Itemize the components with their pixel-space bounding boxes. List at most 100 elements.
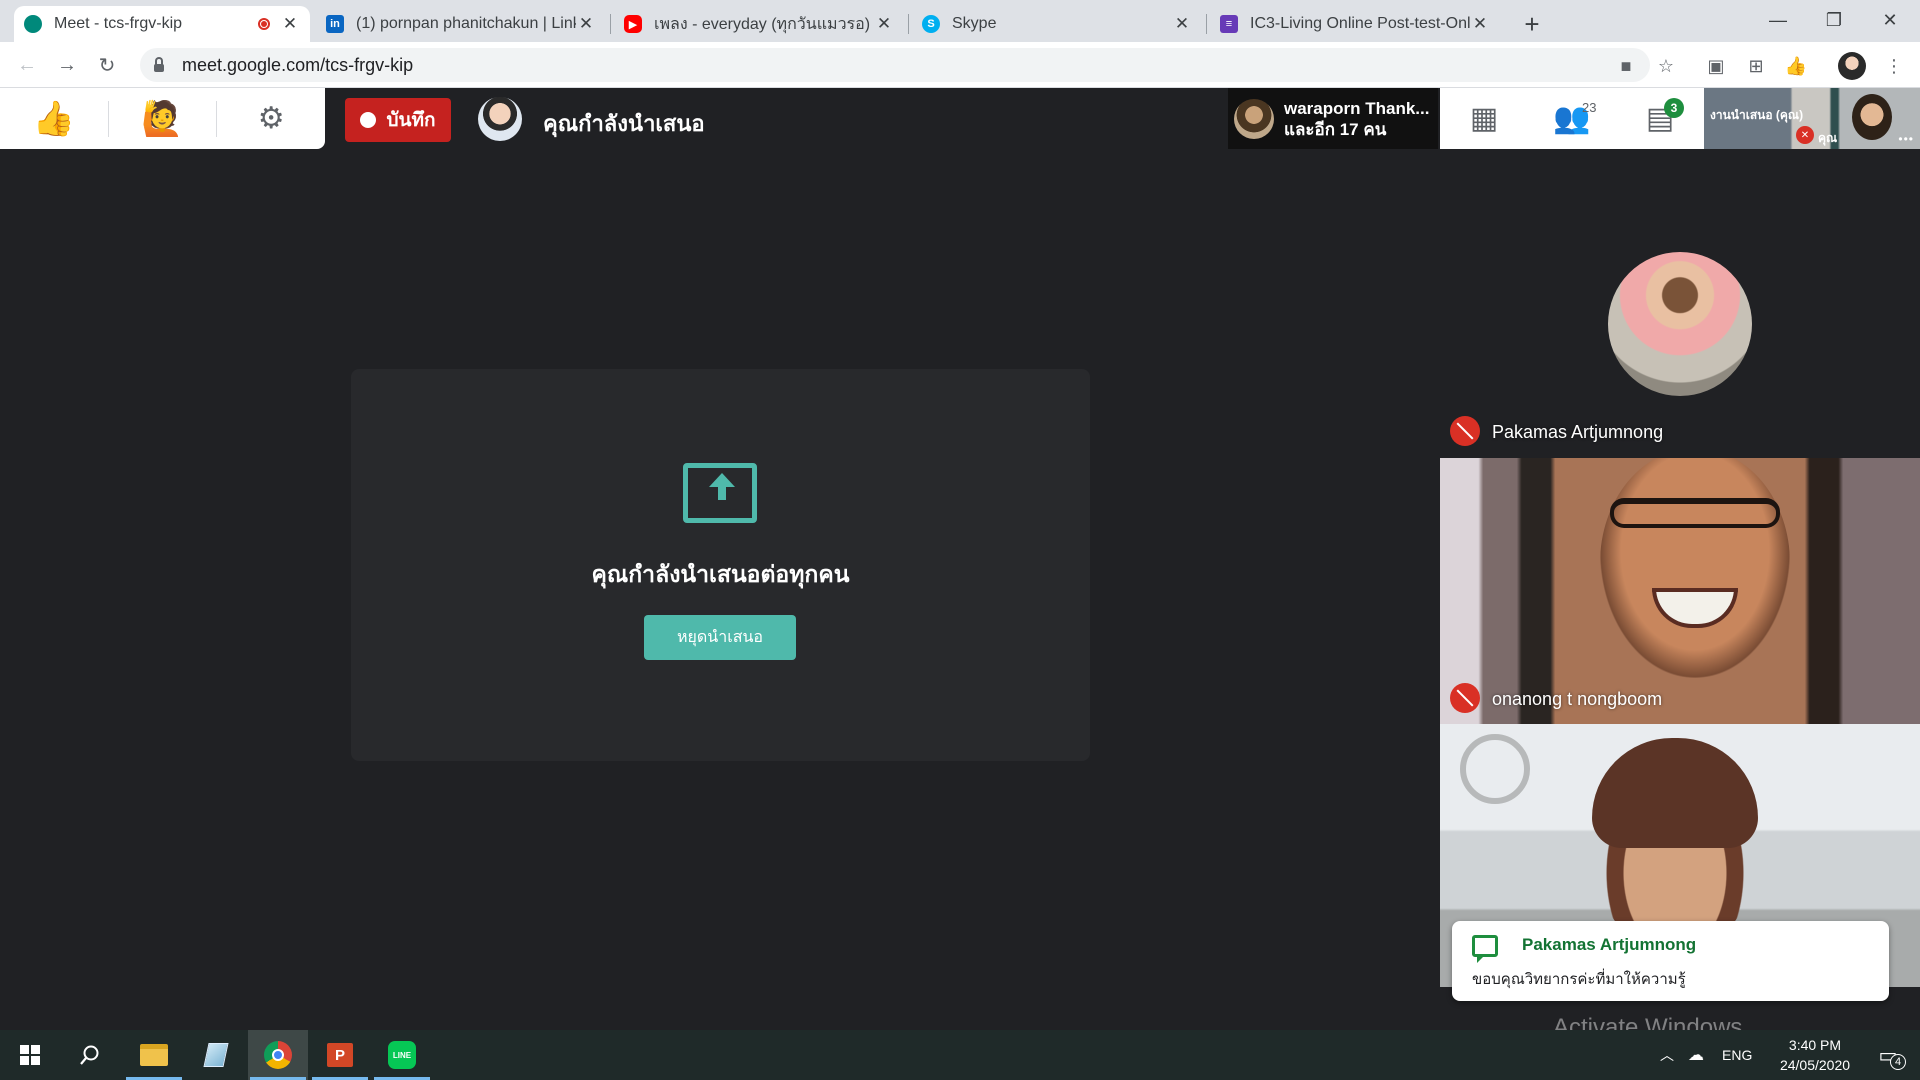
tab-youtube[interactable]: ▶ เพลง - everyday (ทุกวันแมวรอ) - YouTub… [614,6,904,42]
file-explorer-icon[interactable] [124,1030,184,1080]
chrome-icon[interactable] [248,1030,308,1080]
present-screen-icon [683,463,757,523]
url-input[interactable]: meet.google.com/tcs-frgv-kip [140,48,1650,82]
thumbs-up-reaction-button[interactable]: 👍 [0,88,108,149]
new-tab-button[interactable]: + [1508,6,1556,42]
google-meet-icon [24,15,42,33]
tab-forms[interactable]: ≡ IC3-Living Online Post-test-Online ✕ [1210,6,1500,42]
stop-presenting-button[interactable]: หยุดนำเสนอ [644,615,796,660]
mic-muted-icon [1450,416,1480,446]
record-dot-icon [360,112,377,128]
line-app-icon[interactable]: LINE [372,1030,432,1080]
skype-icon: S [922,15,940,33]
participants-button[interactable]: 👥 23 [1528,88,1616,149]
linkedin-icon: in [326,15,344,33]
speaker-avatar [1234,98,1274,139]
language-indicator[interactable]: ENG [1722,1030,1752,1080]
clock[interactable]: 3:40 PM 24/05/2020 [1770,1030,1860,1080]
clock-time: 3:40 PM [1788,1037,1842,1053]
reaction-bar: 👍 🙋 ⚙ [0,88,325,149]
close-tab-icon[interactable]: ✕ [874,14,894,34]
presenting-status-text: คุณกำลังนำเสนอ [543,111,705,136]
chat-notification-toast[interactable]: Pakamas Artjumnong ขอบคุณวิทยากรค่ะที่มา… [1452,921,1889,1001]
thumbs-up-extension-icon[interactable]: 👍 [1784,54,1808,78]
raise-hand-button[interactable]: 🙋 [109,88,217,149]
participant-name: onanong t nongboom [1492,689,1663,709]
speaker-name: waraporn Thank... [1284,98,1430,118]
tab-title: เพลง - everyday (ทุกวันแมวรอ) - YouTube [654,15,874,33]
recording-indicator-icon [258,18,270,30]
participant-tile[interactable]: Pakamas Artjumnong [1440,192,1920,458]
participant-avatar [1608,252,1752,396]
address-bar-row: ← → ↻ meet.google.com/tcs-frgv-kip ■ ☆ ▣… [0,42,1920,88]
url-text: meet.google.com/tcs-frgv-kip [182,54,414,75]
presenting-message: คุณกำลังนำเสนอต่อทุกคน [591,561,850,587]
background-fan [1460,734,1530,804]
network-icon[interactable]: ☁ [1688,1030,1704,1080]
meet-area: 👍 🙋 ⚙ บันทึก คุณกำลังนำเสนอ waraporn Tha… [0,88,1920,1063]
layout-grid-icon[interactable]: ▦ [1440,88,1528,149]
youtube-icon: ▶ [624,15,642,33]
extension-grid-icon[interactable]: ⊞ [1744,54,1768,78]
active-speaker-chip[interactable]: waraporn Thank... และอีก 17 คน [1228,88,1438,149]
notes-app-icon[interactable] [186,1030,246,1080]
participant-video [1600,458,1790,678]
record-button[interactable]: บันทึก [345,98,451,142]
chat-icon [1472,935,1498,963]
tab-title: (1) pornpan phanitchakun | LinkedIn [356,15,576,32]
self-you-label: คุณ [1818,131,1838,145]
speaker-others: และอีก 17 คน [1284,119,1387,139]
tray-chevron-up-icon[interactable]: ︿ [1660,1030,1674,1080]
toast-message: ขอบคุณวิทยากรค่ะที่มาให้ความรู้ [1472,971,1686,988]
start-windows-icon[interactable] [0,1030,60,1080]
mic-muted-icon: ✕ [1796,126,1814,144]
profile-avatar[interactable] [1838,52,1866,80]
meet-top-controls: ▦ 👥 23 ▤ 3 [1440,88,1704,149]
self-view-tile[interactable]: งานนำเสนอ (คุณ) ✕ คุณ ••• [1704,88,1920,149]
search-icon[interactable] [60,1030,120,1080]
lock-icon [154,57,164,72]
forms-icon: ≡ [1220,15,1238,33]
tab-skype[interactable]: S Skype ✕ [912,6,1202,42]
self-video [1852,94,1892,140]
menu-kebab-icon[interactable]: ⋮ [1882,54,1906,78]
picture-in-picture-icon[interactable]: ▣ [1704,54,1728,78]
tab-meet[interactable]: Meet - tcs-frgv-kip ✕ [14,6,310,42]
bookmark-star-icon[interactable]: ☆ [1654,54,1678,78]
tab-linkedin[interactable]: in (1) pornpan phanitchakun | LinkedIn ✕ [316,6,606,42]
participant-name: Pakamas Artjumnong [1492,422,1664,442]
close-tab-icon[interactable]: ✕ [1470,14,1490,34]
close-tab-icon[interactable]: ✕ [280,14,300,34]
windows-taskbar: P LINE ︿ ☁ ENG 3:40 PM 24/05/2020 ▭ 4 [0,1030,1920,1080]
close-tab-icon[interactable]: ✕ [576,14,596,34]
tab-title: Meet - tcs-frgv-kip [54,15,183,32]
forward-icon[interactable]: → [52,50,82,80]
close-tab-icon[interactable]: ✕ [1172,14,1192,34]
notification-count: 4 [1890,1054,1906,1070]
clock-date: 24/05/2020 [1779,1057,1851,1073]
more-dots-icon[interactable]: ••• [1898,132,1914,146]
minimize-icon[interactable]: — [1750,0,1806,40]
participant-tile[interactable]: onanong t nongboom [1440,458,1920,724]
presenter-avatar [478,97,522,141]
powerpoint-icon[interactable]: P [310,1030,370,1080]
mic-muted-icon [1450,683,1480,713]
tab-title: IC3-Living Online Post-test-Online [1250,15,1470,32]
settings-gear-icon[interactable]: ⚙ [217,88,325,149]
browser-tab-bar: Meet - tcs-frgv-kip ✕ in (1) pornpan pha… [0,0,1920,42]
self-presentation-label: งานนำเสนอ (คุณ) [1710,108,1804,122]
reload-icon[interactable]: ↻ [92,50,122,80]
presenting-card: คุณกำลังนำเสนอต่อทุกคน หยุดนำเสนอ [351,369,1090,761]
tab-title: Skype [952,15,997,32]
camera-icon[interactable]: ■ [1614,54,1638,78]
toast-sender: Pakamas Artjumnong [1522,935,1697,954]
restore-icon[interactable]: ❐ [1806,0,1862,40]
participant-count: 23 [1582,100,1597,115]
chat-unread-badge: 3 [1664,98,1684,118]
record-label: บันทึก [386,110,436,131]
action-center-button[interactable]: ▭ 4 [1866,1030,1910,1080]
participant-tiles: Pakamas Artjumnong onanong t nongboom [1440,192,1920,987]
close-window-icon[interactable]: ✕ [1862,0,1918,40]
chat-button[interactable]: ▤ 3 [1616,88,1704,149]
back-icon[interactable]: ← [12,50,42,80]
